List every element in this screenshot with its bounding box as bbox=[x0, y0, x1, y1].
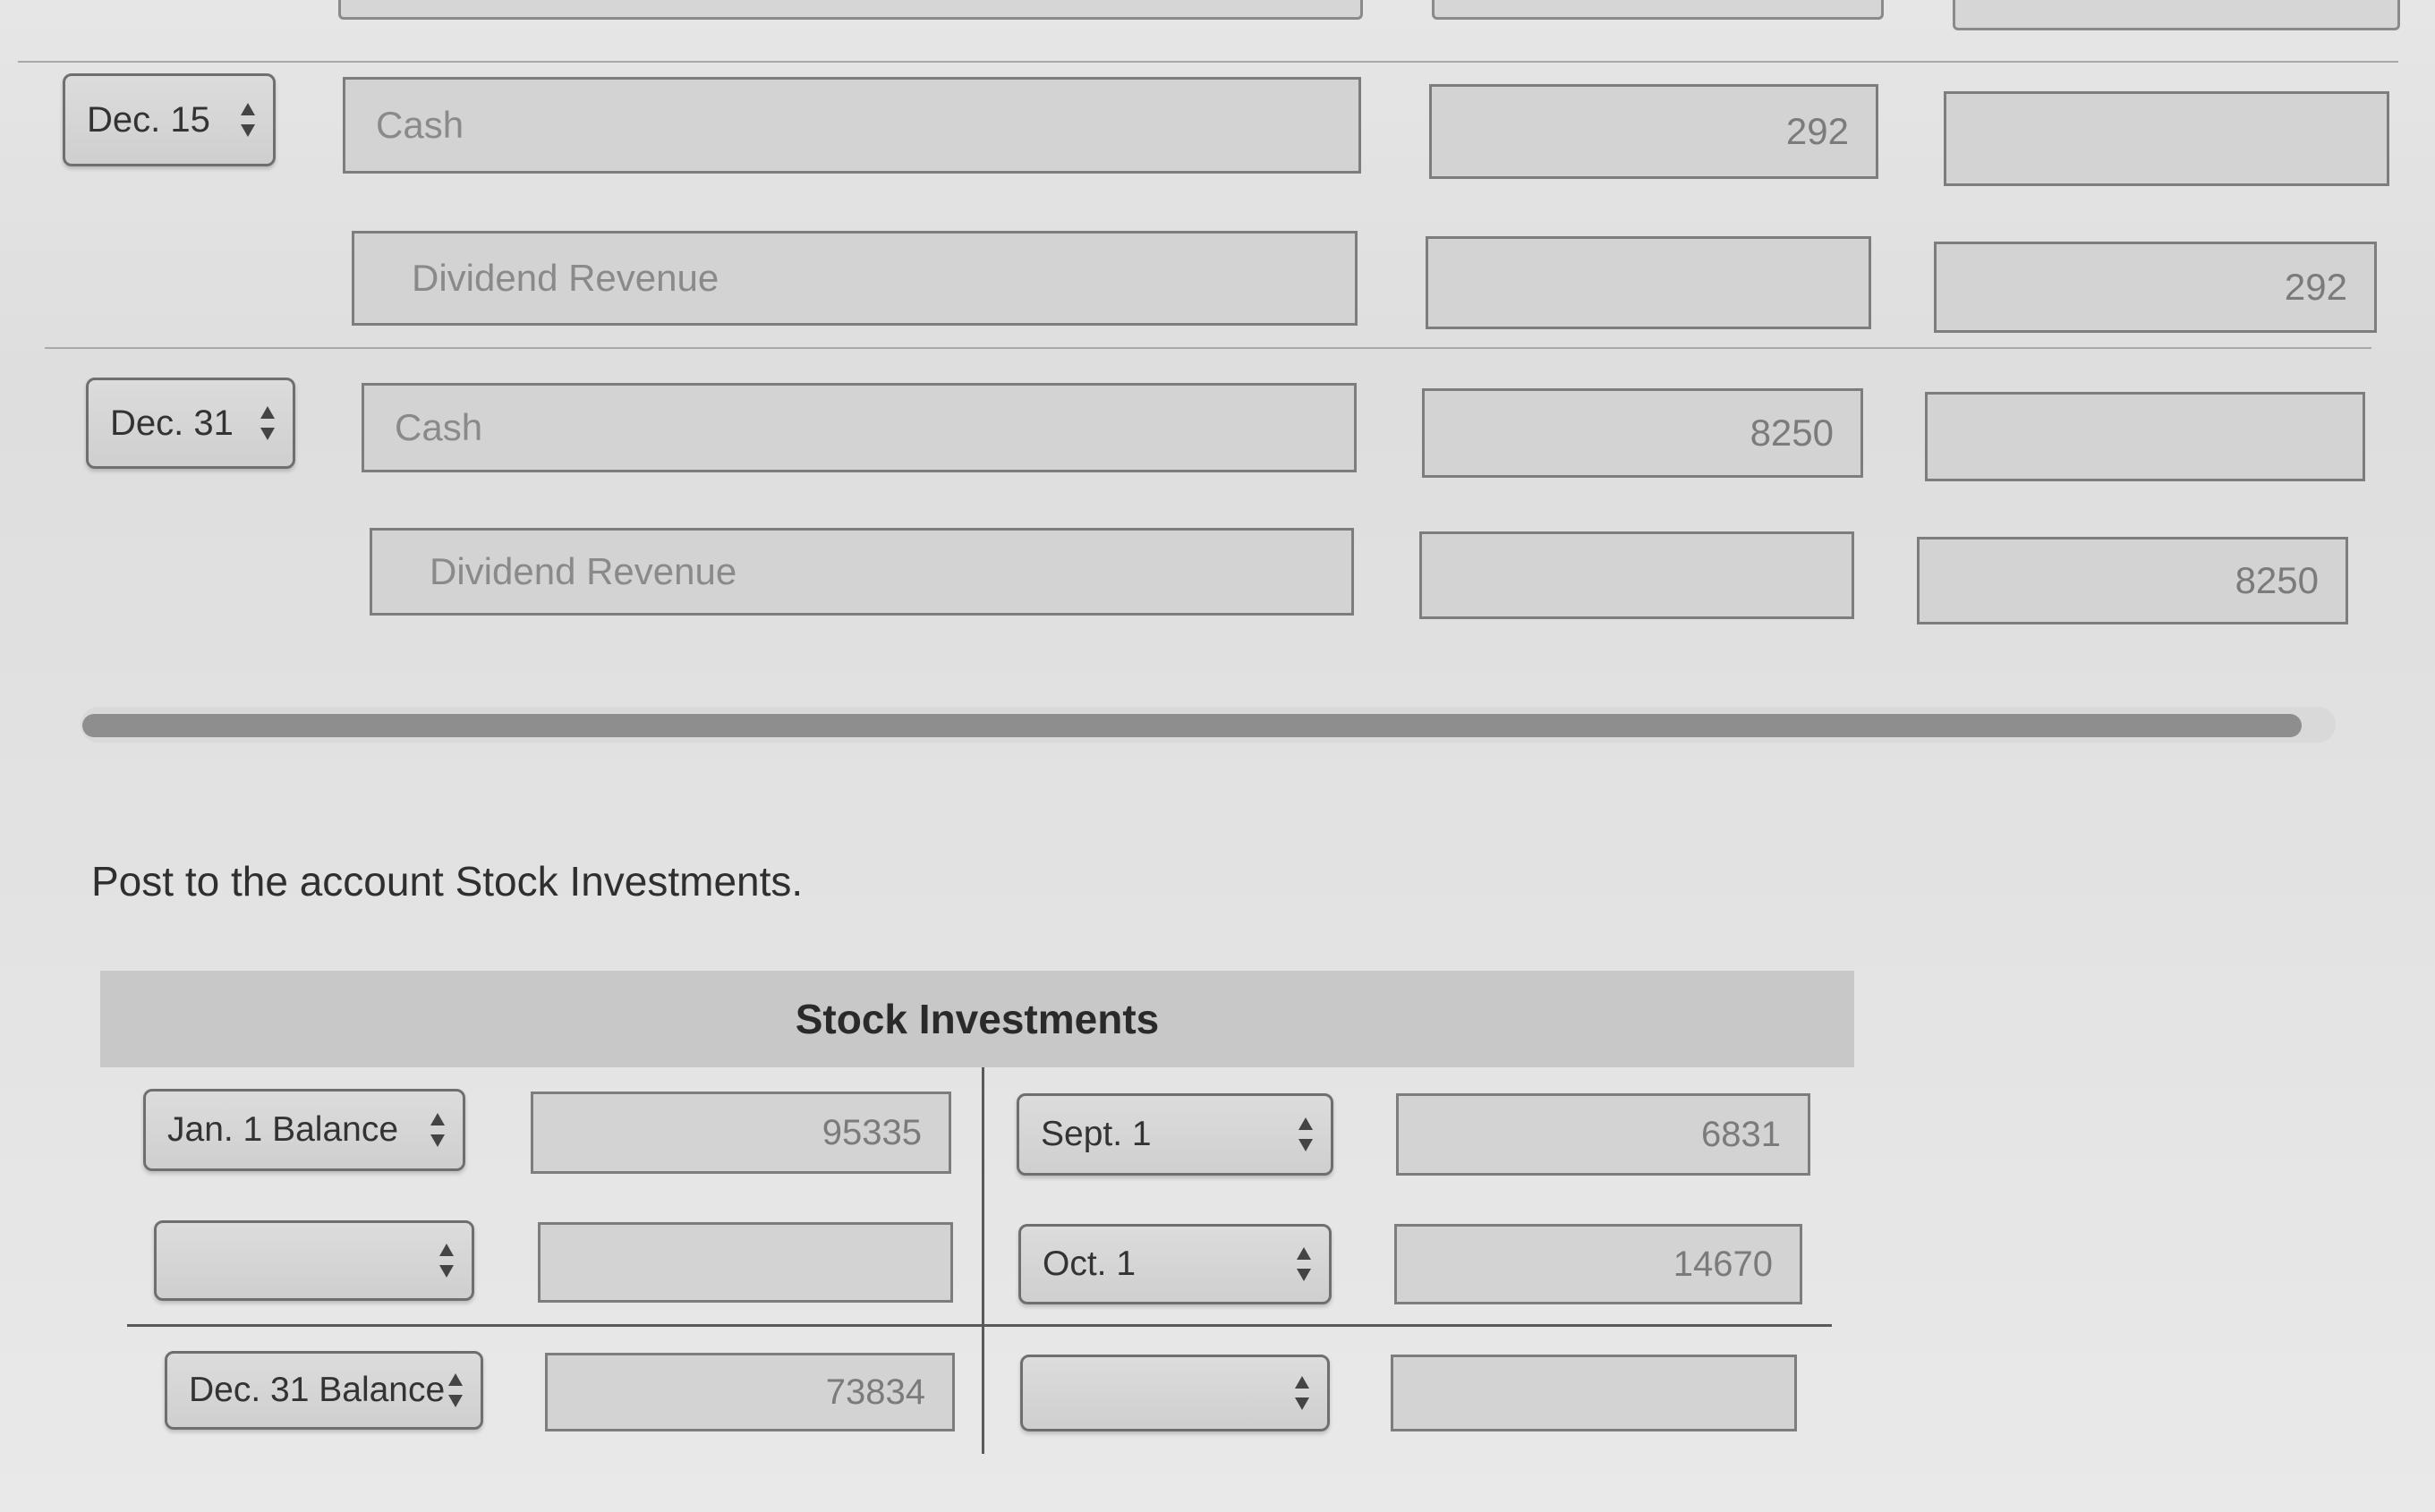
taccount-title-text: Stock Investments bbox=[795, 996, 1160, 1042]
entry-divider bbox=[45, 347, 2371, 349]
select-arrows-icon bbox=[439, 1244, 454, 1278]
account-name: Cash bbox=[376, 104, 464, 146]
debit-field[interactable]: 292 bbox=[1429, 84, 1878, 179]
taccount-credit-balance-amount-field[interactable] bbox=[1391, 1355, 1797, 1431]
taccount-center-line bbox=[982, 1067, 984, 1454]
instruction-text: Post to the account Stock Investments. bbox=[91, 858, 804, 905]
credit-amount: 8250 bbox=[2235, 559, 2319, 601]
debit-field[interactable] bbox=[1419, 531, 1854, 619]
taccount-balance-amount-field[interactable]: 73834 bbox=[545, 1353, 955, 1431]
amount-value: 6831 bbox=[1701, 1114, 1781, 1154]
select-label: Oct. 1 bbox=[1043, 1244, 1137, 1283]
select-arrows-icon bbox=[430, 1113, 445, 1147]
debit-amount: 292 bbox=[1785, 110, 1849, 152]
taccount-balance-label-select[interactable]: Dec. 31 Balance bbox=[165, 1351, 483, 1430]
amount-value: 95335 bbox=[822, 1112, 922, 1152]
debit-amount: 8250 bbox=[1750, 412, 1834, 454]
select-arrows-icon bbox=[260, 406, 275, 440]
debit-field[interactable]: 8250 bbox=[1422, 388, 1863, 478]
taccount-credit-amount-field[interactable]: 14670 bbox=[1394, 1224, 1802, 1304]
entry-divider bbox=[18, 61, 2398, 63]
prev-account-field[interactable] bbox=[338, 0, 1363, 20]
account-field-cash[interactable]: Cash bbox=[343, 77, 1361, 174]
taccount-credit-amount-field[interactable]: 6831 bbox=[1396, 1093, 1810, 1176]
select-arrows-icon bbox=[1298, 1117, 1313, 1151]
prev-debit-field[interactable] bbox=[1432, 0, 1884, 20]
taccount-title: Stock Investments bbox=[100, 971, 1854, 1067]
select-arrows-icon bbox=[448, 1373, 463, 1407]
prev-credit-field[interactable] bbox=[1953, 0, 2400, 30]
account-name: Cash bbox=[395, 406, 483, 448]
date-select-label: Dec. 15 bbox=[87, 99, 210, 140]
account-field-cash[interactable]: Cash bbox=[362, 383, 1357, 472]
taccount-debit-amount-field[interactable] bbox=[538, 1222, 953, 1303]
select-arrows-icon bbox=[1295, 1376, 1309, 1410]
taccount-debit-label-select[interactable]: Jan. 1 Balance bbox=[143, 1089, 465, 1171]
taccount-debit-label-select[interactable] bbox=[154, 1220, 474, 1301]
date-select-label: Dec. 31 bbox=[110, 403, 234, 443]
select-label: Dec. 31 Balance bbox=[189, 1371, 446, 1409]
account-name: Dividend Revenue bbox=[430, 550, 737, 592]
horizontal-scrollbar-thumb[interactable] bbox=[82, 714, 2302, 737]
credit-field[interactable] bbox=[1944, 91, 2389, 186]
account-name: Dividend Revenue bbox=[412, 257, 719, 299]
account-field-dividend-revenue[interactable]: Dividend Revenue bbox=[370, 528, 1354, 616]
select-label: Sept. 1 bbox=[1041, 1115, 1152, 1153]
taccount-credit-balance-select[interactable] bbox=[1020, 1355, 1330, 1431]
taccount-credit-label-select[interactable]: Oct. 1 bbox=[1018, 1224, 1332, 1304]
select-arrows-icon bbox=[241, 103, 255, 137]
credit-field[interactable]: 292 bbox=[1934, 242, 2377, 333]
taccount-balance-line bbox=[127, 1324, 1832, 1327]
date-select-dec-15[interactable]: Dec. 15 bbox=[63, 73, 276, 166]
credit-field[interactable]: 8250 bbox=[1917, 537, 2348, 624]
date-select-dec-31[interactable]: Dec. 31 bbox=[86, 378, 295, 469]
credit-field[interactable] bbox=[1925, 392, 2365, 481]
taccount-credit-label-select[interactable]: Sept. 1 bbox=[1017, 1093, 1333, 1176]
select-arrows-icon bbox=[1297, 1247, 1311, 1281]
account-field-dividend-revenue[interactable]: Dividend Revenue bbox=[352, 231, 1358, 326]
debit-field[interactable] bbox=[1426, 236, 1871, 329]
select-label: Jan. 1 Balance bbox=[167, 1110, 399, 1149]
credit-amount: 292 bbox=[2284, 266, 2347, 308]
taccount-debit-amount-field[interactable]: 95335 bbox=[531, 1092, 951, 1174]
amount-value: 73834 bbox=[825, 1372, 925, 1412]
amount-value: 14670 bbox=[1673, 1244, 1773, 1284]
